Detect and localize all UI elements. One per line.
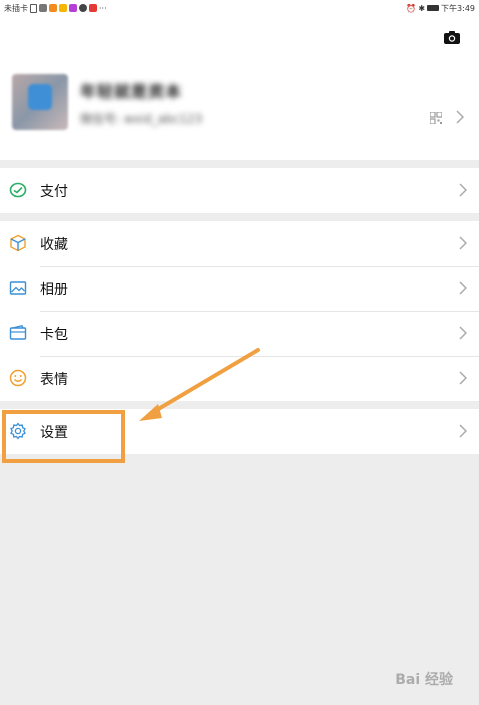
card-wallet-icon	[9, 325, 27, 340]
battery-icon	[427, 5, 440, 11]
chevron-right-icon	[459, 371, 467, 385]
menu-item-label: 收藏	[40, 237, 68, 253]
album-picture-icon	[9, 281, 27, 295]
menu-item-settings[interactable]: 设置	[0, 409, 479, 454]
status-time: 下午3:49	[441, 3, 475, 13]
menu-item-cards[interactable]: 卡包	[0, 311, 479, 356]
menu-item-label: 表情	[40, 372, 68, 388]
carrier-text: 未插卡	[4, 3, 28, 13]
chevron-right-icon	[459, 424, 467, 438]
pay-section: 支付	[0, 168, 479, 213]
favorites-cube-icon	[10, 234, 26, 252]
menu-item-album[interactable]: 相册	[0, 266, 479, 311]
pay-icon	[9, 182, 27, 198]
menu-item-stickers[interactable]: 表情	[0, 356, 479, 401]
menu-item-favorites[interactable]: 收藏	[0, 221, 479, 266]
options-section: 收藏 相册 卡包 表情	[0, 221, 479, 401]
menu-item-label: 相册	[40, 282, 68, 298]
sim-icon	[30, 3, 37, 13]
wifi-icon	[39, 4, 47, 12]
profile-entry[interactable]: 年轻就是资本 微信号: wxid_abc123	[12, 74, 472, 136]
more-notifications-icon: ···	[99, 3, 107, 13]
gear-icon	[10, 422, 26, 440]
status-bar: 未插卡 ··· ⏰ ✱ 下午3:49	[0, 0, 479, 16]
baidu-jingyan-watermark: Bai 经验	[395, 672, 453, 688]
status-bar-left: 未插卡 ···	[4, 3, 107, 14]
app-notification-icon	[69, 4, 77, 12]
me-header: 年轻就是资本 微信号: wxid_abc123	[0, 16, 479, 160]
chevron-right-icon	[459, 326, 467, 340]
wechat-id: 微信号: wxid_abc123	[80, 112, 203, 126]
qr-code-icon[interactable]	[430, 112, 442, 124]
camera-icon[interactable]	[443, 30, 461, 45]
alarm-icon: ⏰	[406, 3, 417, 13]
app-notification-icon	[89, 4, 97, 12]
smiley-icon	[9, 369, 27, 387]
bluetooth-icon: ✱	[418, 3, 426, 13]
chevron-right-icon	[459, 281, 467, 295]
avatar[interactable]	[12, 74, 68, 130]
status-bar-right: ⏰ ✱ 下午3:49	[406, 3, 475, 14]
chevron-right-icon	[459, 236, 467, 250]
settings-section: 设置	[0, 409, 479, 454]
chevron-right-icon	[459, 183, 467, 197]
qq-icon	[79, 4, 87, 12]
menu-item-label: 支付	[40, 184, 68, 200]
app-notification-icon	[59, 4, 67, 12]
menu-item-pay[interactable]: 支付	[0, 168, 479, 213]
menu-item-label: 卡包	[40, 327, 68, 343]
nickname: 年轻就是资本	[80, 82, 183, 101]
chevron-right-icon	[456, 110, 464, 124]
app-notification-icon	[49, 4, 57, 12]
menu-item-label: 设置	[40, 425, 68, 441]
